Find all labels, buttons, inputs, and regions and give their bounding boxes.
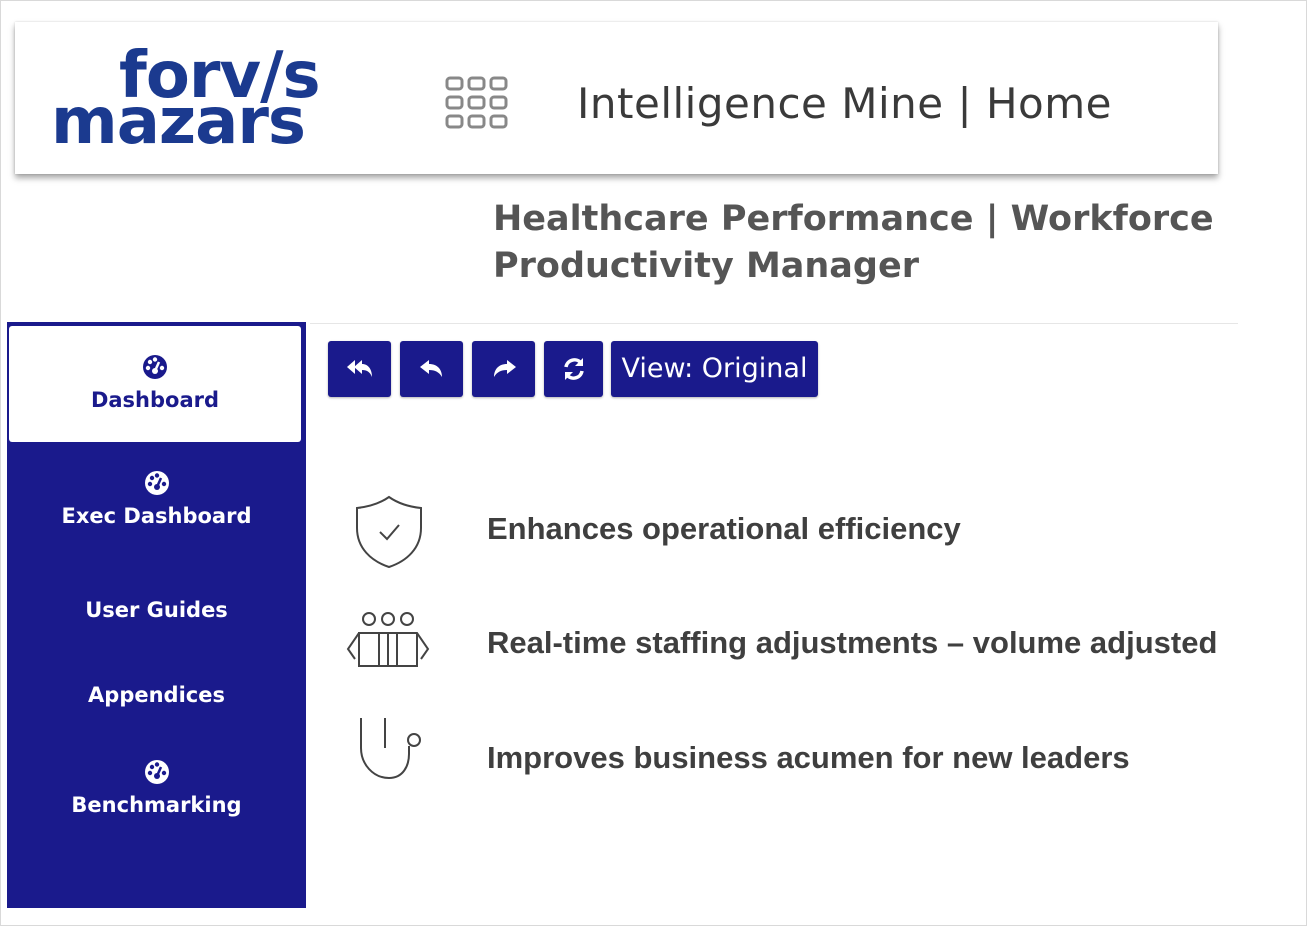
- feature-text-staffing: Real-time staffing adjustments – volume …: [487, 625, 1218, 660]
- page-subtitle: Healthcare Performance | Workforce Produ…: [493, 196, 1253, 290]
- sidebar-item-appendices[interactable]: Appendices: [7, 683, 306, 707]
- reset-all-button[interactable]: [328, 341, 391, 397]
- sidebar-item-label: Appendices: [88, 683, 225, 707]
- sidebar-item-label: Exec Dashboard: [61, 504, 252, 528]
- content-divider: [310, 323, 1238, 324]
- sidebar-item-benchmarking[interactable]: Benchmarking: [7, 759, 306, 817]
- sidebar-item-user-guides[interactable]: User Guides: [7, 598, 306, 622]
- redo-icon: [493, 360, 516, 377]
- sidebar-item-exec-dashboard[interactable]: Exec Dashboard: [7, 470, 306, 528]
- sidebar-nav: Dashboard Exec Dashboard User Guides App…: [7, 322, 306, 908]
- dashboard-gauge-icon: [144, 471, 169, 495]
- header-bar: forv/s mazars Intelligence Mine | Home: [15, 22, 1218, 174]
- dashboard-gauge-icon: [144, 760, 169, 784]
- sidebar-item-label: Benchmarking: [71, 793, 242, 817]
- logo-text-bottom: mazars: [51, 85, 306, 159]
- shield-check-icon: [356, 495, 422, 569]
- undo-button[interactable]: [400, 341, 463, 397]
- refresh-icon: [563, 358, 584, 380]
- subtitle-line-1: Healthcare Performance | Workforce: [493, 199, 1214, 239]
- view-original-button[interactable]: View: Original: [611, 341, 818, 397]
- sidebar-item-label: User Guides: [85, 598, 228, 622]
- stethoscope-icon: [360, 718, 421, 780]
- app-title: Intelligence Mine | Home: [577, 79, 1112, 128]
- refresh-button[interactable]: [544, 341, 603, 397]
- reply-all-icon: [346, 360, 372, 377]
- undo-icon: [419, 360, 442, 377]
- sidebar-item-dashboard[interactable]: Dashboard: [9, 326, 301, 442]
- subtitle-line-2: Productivity Manager: [493, 246, 919, 286]
- dashboard-gauge-icon: [143, 355, 167, 379]
- forvis-mazars-logo[interactable]: forv/s mazars: [47, 42, 347, 157]
- people-group-icon: [346, 612, 430, 667]
- feature-text-efficiency: Enhances operational efficiency: [487, 511, 961, 546]
- feature-text-business-acumen: Improves business acumen for new leaders: [487, 740, 1130, 775]
- app-launcher-grid-icon[interactable]: [445, 76, 509, 130]
- sidebar-item-label: Dashboard: [90, 388, 220, 412]
- redo-button[interactable]: [472, 341, 535, 397]
